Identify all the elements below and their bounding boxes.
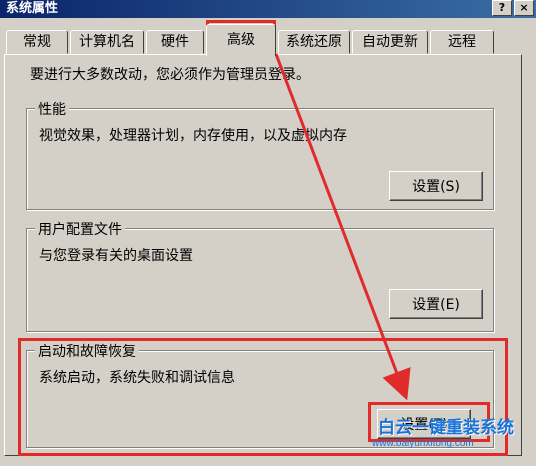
watermark-url: www.baiyunxitong.com [372,438,474,449]
tab-advanced[interactable]: 高级 [206,24,276,56]
annotation-arrow [274,53,411,401]
watermark-text: 白云一键重装系统 [378,418,514,438]
